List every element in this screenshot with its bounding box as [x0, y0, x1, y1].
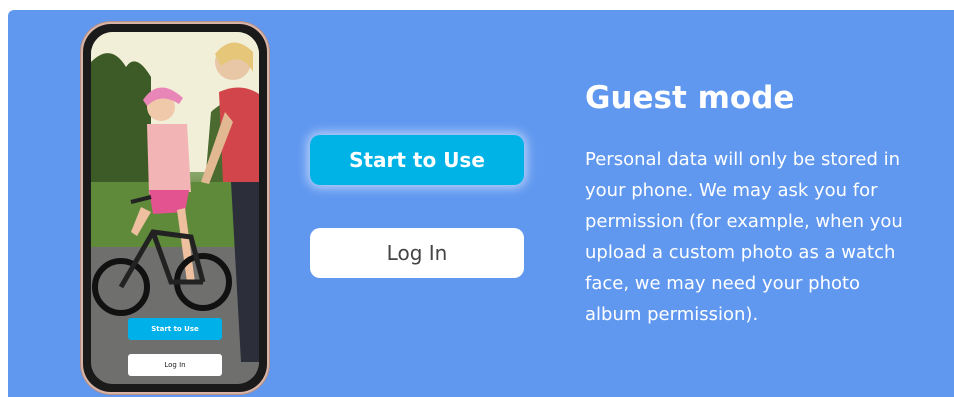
- phone-login-button: Log In: [128, 354, 222, 376]
- start-to-use-button[interactable]: Start to Use: [310, 135, 524, 185]
- log-in-button[interactable]: Log In: [310, 228, 524, 278]
- phone-start-button: Start to Use: [128, 318, 222, 340]
- guest-mode-panel: Start to Use Log In Start to Use Log In …: [8, 10, 954, 397]
- phone-screen: Start to Use Log In: [91, 32, 259, 384]
- page-title: Guest mode: [585, 80, 795, 116]
- guest-mode-description: Personal data will only be stored in you…: [585, 149, 903, 325]
- phone-mockup: Start to Use Log In: [83, 24, 267, 392]
